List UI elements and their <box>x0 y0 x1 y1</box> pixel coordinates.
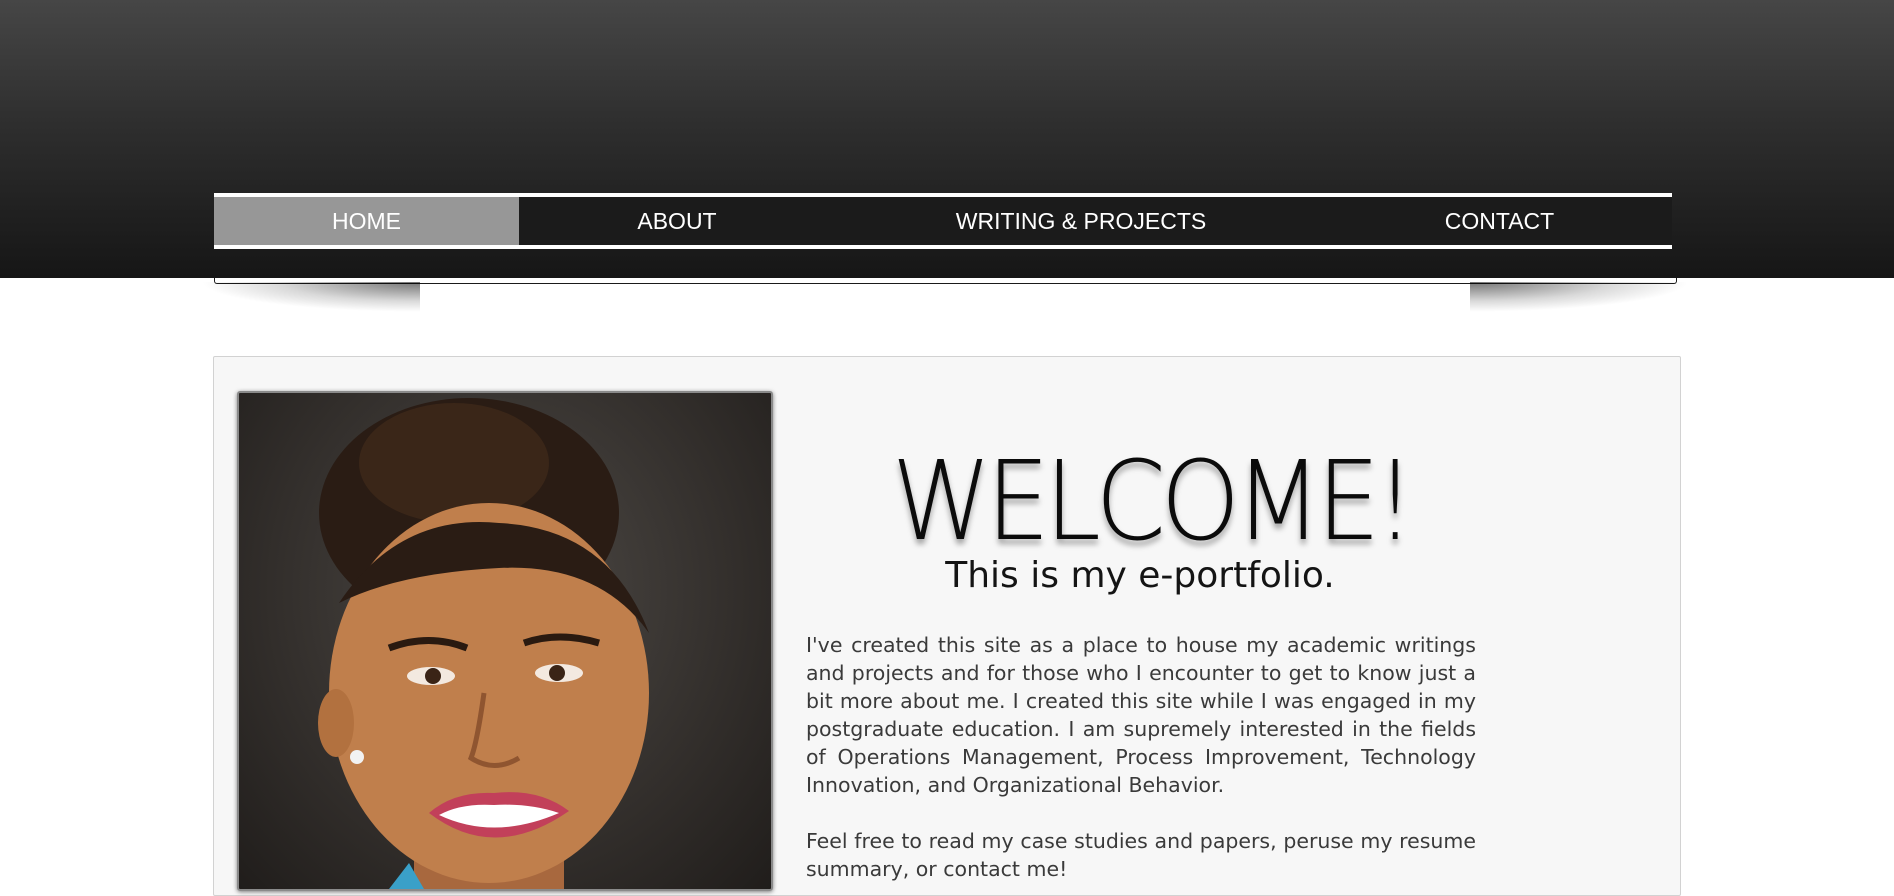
profile-photo-illustration <box>318 398 649 889</box>
cta-paragraph: Feel free to read my case studies and pa… <box>806 829 1476 881</box>
header-divider <box>214 278 1677 284</box>
welcome-heading: WELCOME! <box>891 437 1416 565</box>
nav-writing-projects[interactable]: WRITING & PROJECTS <box>835 197 1327 245</box>
main-nav: HOME ABOUT WRITING & PROJECTS CONTACT <box>214 193 1672 249</box>
intro-paragraph: I've created this site as a place to hou… <box>806 633 1476 797</box>
header-shadow-right <box>1470 282 1690 312</box>
nav-about[interactable]: ABOUT <box>519 197 835 245</box>
welcome-subheading: This is my e-portfolio. <box>945 555 1335 596</box>
nav-home[interactable]: HOME <box>214 197 519 245</box>
profile-photo <box>237 391 773 891</box>
nav-contact[interactable]: CONTACT <box>1327 197 1672 245</box>
header-shadow-left <box>200 282 420 312</box>
